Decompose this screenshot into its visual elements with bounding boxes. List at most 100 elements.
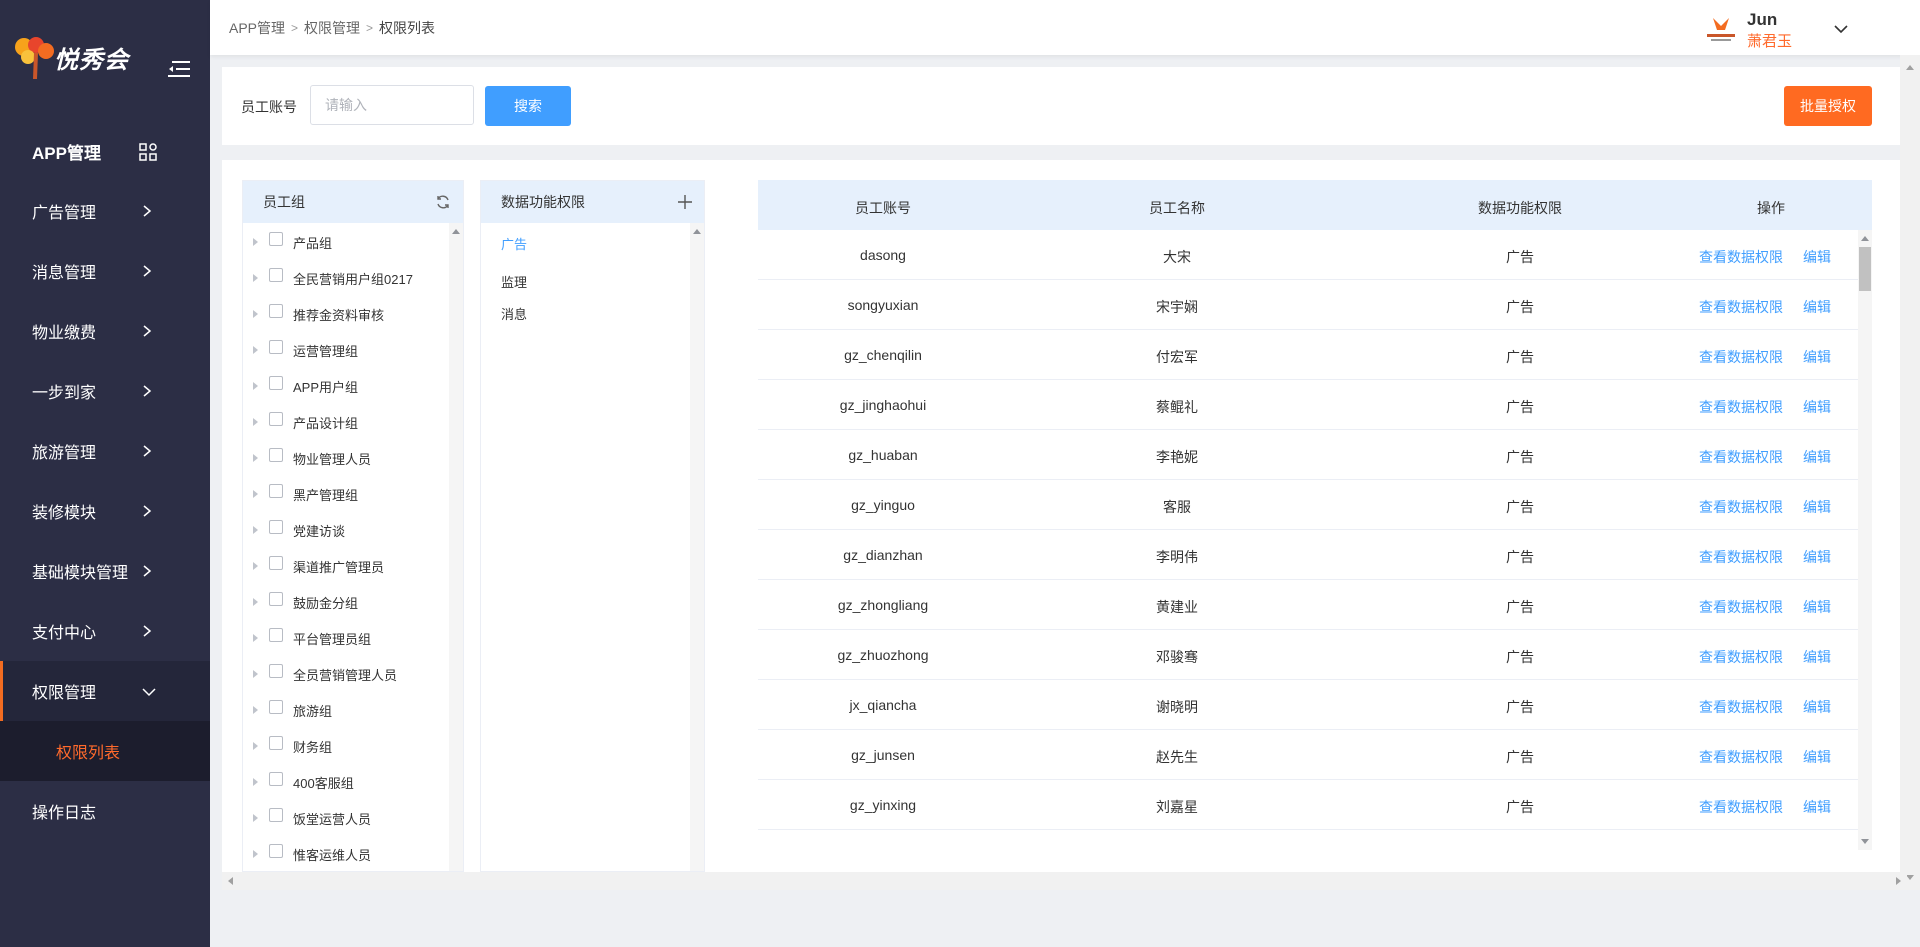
chevron-down-icon[interactable]: [1833, 22, 1849, 36]
sidebar-item[interactable]: 装修模块: [0, 481, 210, 541]
menu-collapse-icon[interactable]: [166, 58, 192, 80]
app-logo[interactable]: 悦秀会: [12, 32, 152, 82]
group-tree-item[interactable]: 渠道推广管理员: [243, 547, 453, 583]
expand-arrow-icon[interactable]: [253, 238, 258, 246]
expand-arrow-icon[interactable]: [253, 274, 258, 282]
edit-link[interactable]: 编辑: [1803, 797, 1831, 817]
edit-link[interactable]: 编辑: [1803, 597, 1831, 617]
expand-arrow-icon[interactable]: [253, 742, 258, 750]
edit-link[interactable]: 编辑: [1803, 497, 1831, 517]
group-tree-item[interactable]: 推荐金资料审核: [243, 295, 453, 331]
group-tree-item[interactable]: 全员营销管理人员: [243, 655, 453, 691]
group-tree-item[interactable]: 运营管理组: [243, 331, 453, 367]
group-tree-item[interactable]: 鼓励金分组: [243, 583, 453, 619]
edit-link[interactable]: 编辑: [1803, 747, 1831, 767]
sidebar-item[interactable]: 支付中心: [0, 601, 210, 661]
sidebar-subitem-permission-list[interactable]: 权限列表: [0, 721, 210, 781]
expand-arrow-icon[interactable]: [253, 778, 258, 786]
group-checkbox[interactable]: [269, 700, 283, 714]
expand-arrow-icon[interactable]: [253, 454, 258, 462]
user-menu[interactable]: Jun 萧君玉: [1705, 10, 1885, 50]
expand-arrow-icon[interactable]: [253, 814, 258, 822]
group-checkbox[interactable]: [269, 232, 283, 246]
expand-arrow-icon[interactable]: [253, 346, 258, 354]
view-permission-link[interactable]: 查看数据权限: [1699, 747, 1783, 767]
breadcrumb-item[interactable]: 权限管理: [304, 18, 360, 38]
view-permission-link[interactable]: 查看数据权限: [1699, 697, 1783, 717]
group-tree-item[interactable]: 惟客运维人员: [243, 835, 453, 871]
group-tree-item[interactable]: 产品组: [243, 223, 453, 259]
group-checkbox[interactable]: [269, 736, 283, 750]
sidebar-item[interactable]: 基础模块管理: [0, 541, 210, 601]
group-tree-item[interactable]: 全民营销用户组0217: [243, 259, 453, 295]
group-checkbox[interactable]: [269, 448, 283, 462]
view-permission-link[interactable]: 查看数据权限: [1699, 797, 1783, 817]
group-tree-item[interactable]: 物业管理人员: [243, 439, 453, 475]
view-permission-link[interactable]: 查看数据权限: [1699, 397, 1783, 417]
group-checkbox[interactable]: [269, 592, 283, 606]
group-tree-item[interactable]: 黑产管理组: [243, 475, 453, 511]
scroll-right-icon[interactable]: [1896, 877, 1901, 885]
breadcrumb-item[interactable]: APP管理: [229, 18, 285, 38]
view-permission-link[interactable]: 查看数据权限: [1699, 547, 1783, 567]
group-tree-item[interactable]: 财务组: [243, 727, 453, 763]
view-permission-link[interactable]: 查看数据权限: [1699, 597, 1783, 617]
view-permission-link[interactable]: 查看数据权限: [1699, 347, 1783, 367]
group-checkbox[interactable]: [269, 484, 283, 498]
scroll-up-icon[interactable]: [1906, 65, 1914, 70]
expand-arrow-icon[interactable]: [253, 634, 258, 642]
view-permission-link[interactable]: 查看数据权限: [1699, 247, 1783, 267]
group-checkbox[interactable]: [269, 376, 283, 390]
expand-arrow-icon[interactable]: [253, 598, 258, 606]
scroll-up-icon[interactable]: [1861, 236, 1869, 241]
expand-arrow-icon[interactable]: [253, 706, 258, 714]
edit-link[interactable]: 编辑: [1803, 247, 1831, 267]
group-checkbox[interactable]: [269, 556, 283, 570]
sidebar-item[interactable]: 消息管理: [0, 241, 210, 301]
group-tree-item[interactable]: 400客服组: [243, 763, 453, 799]
edit-link[interactable]: 编辑: [1803, 697, 1831, 717]
view-permission-link[interactable]: 查看数据权限: [1699, 497, 1783, 517]
group-scrollbar[interactable]: [449, 223, 463, 871]
group-tree-item[interactable]: APP用户组: [243, 367, 453, 403]
sidebar-item-operation-log[interactable]: 操作日志: [0, 781, 210, 841]
group-tree-item[interactable]: 党建访谈: [243, 511, 453, 547]
group-checkbox[interactable]: [269, 520, 283, 534]
scrollbar-thumb[interactable]: [1859, 247, 1871, 291]
group-checkbox[interactable]: [269, 808, 283, 822]
group-tree-item[interactable]: 产品设计组: [243, 403, 453, 439]
refresh-icon[interactable]: [435, 194, 451, 210]
edit-link[interactable]: 编辑: [1803, 397, 1831, 417]
function-item[interactable]: 监理: [481, 271, 691, 291]
expand-arrow-icon[interactable]: [253, 382, 258, 390]
scroll-down-icon[interactable]: [1861, 839, 1869, 844]
expand-arrow-icon[interactable]: [253, 562, 258, 570]
expand-arrow-icon[interactable]: [253, 670, 258, 678]
group-checkbox[interactable]: [269, 628, 283, 642]
expand-arrow-icon[interactable]: [253, 526, 258, 534]
group-tree-item[interactable]: 饭堂运营人员: [243, 799, 453, 835]
expand-arrow-icon[interactable]: [253, 490, 258, 498]
page-horizontal-scrollbar[interactable]: [222, 872, 1907, 890]
sidebar-item[interactable]: 一步到家: [0, 361, 210, 421]
batch-authorize-button[interactable]: 批量授权: [1784, 86, 1872, 126]
group-checkbox[interactable]: [269, 340, 283, 354]
group-checkbox[interactable]: [269, 304, 283, 318]
expand-arrow-icon[interactable]: [253, 850, 258, 858]
function-item[interactable]: 消息: [481, 303, 691, 323]
edit-link[interactable]: 编辑: [1803, 297, 1831, 317]
function-item[interactable]: 广告: [481, 233, 691, 253]
edit-link[interactable]: 编辑: [1803, 647, 1831, 667]
function-scrollbar[interactable]: [690, 223, 704, 871]
view-permission-link[interactable]: 查看数据权限: [1699, 297, 1783, 317]
group-checkbox[interactable]: [269, 772, 283, 786]
group-tree-item[interactable]: 平台管理员组: [243, 619, 453, 655]
expand-arrow-icon[interactable]: [253, 310, 258, 318]
view-permission-link[interactable]: 查看数据权限: [1699, 447, 1783, 467]
sidebar-item[interactable]: 物业缴费: [0, 301, 210, 361]
plus-icon[interactable]: [676, 193, 694, 211]
sidebar-item[interactable]: 旅游管理: [0, 421, 210, 481]
table-scrollbar[interactable]: [1858, 230, 1872, 850]
scroll-up-icon[interactable]: [452, 229, 460, 234]
scroll-up-icon[interactable]: [693, 229, 701, 234]
